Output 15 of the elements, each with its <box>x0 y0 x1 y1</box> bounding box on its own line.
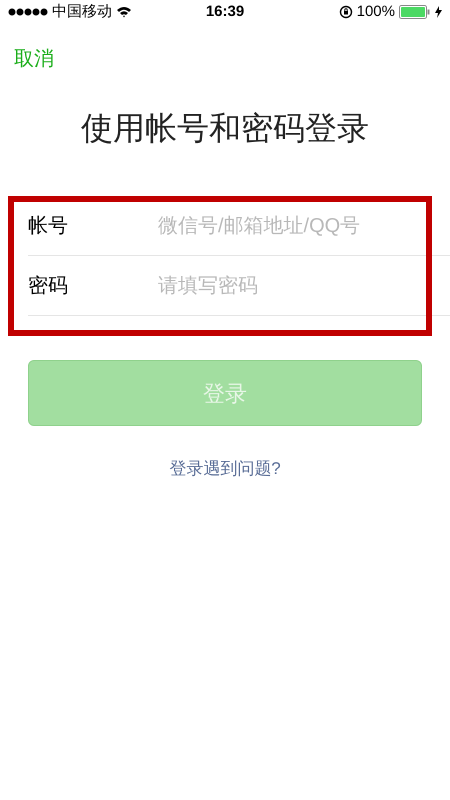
clock-time: 16:39 <box>204 2 246 22</box>
battery-percent: 100% <box>356 2 395 22</box>
carrier-name: 中国移动 <box>52 2 112 22</box>
page-title: 使用帐号和密码登录 <box>80 109 370 148</box>
input-field[interactable]: 微信号/邮箱地址/QQ号 <box>158 210 450 240</box>
rotation-lock-icon <box>338 5 353 19</box>
input-field[interactable]: 请填写密码 <box>158 270 450 300</box>
battery-icon <box>399 5 431 19</box>
signal-icon <box>8 8 48 16</box>
field-label: 帐号 <box>28 214 69 238</box>
field-label: 密码 <box>28 274 69 298</box>
charging-icon <box>435 6 442 18</box>
help-link[interactable]: 登录遇到问题? <box>169 456 281 482</box>
wifi-icon <box>116 6 132 18</box>
cancel-button[interactable]: 取消 <box>14 44 54 74</box>
